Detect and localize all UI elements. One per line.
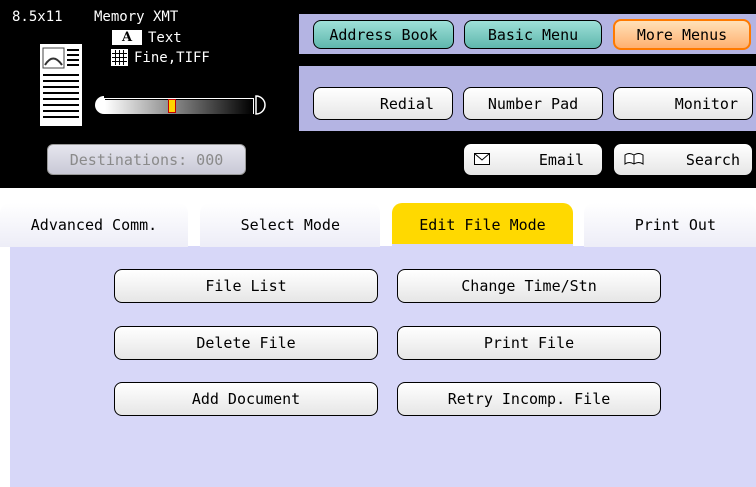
add-document-button[interactable]: Add Document	[114, 382, 378, 416]
envelope-icon	[474, 151, 490, 169]
document-preview-icon	[40, 44, 82, 126]
text-mode-label: Text	[148, 30, 182, 46]
text-mode-icon: A	[111, 29, 143, 46]
contrast-high-icon	[255, 95, 267, 115]
resolution-label: Fine,TIFF	[134, 50, 210, 66]
contrast-marker	[168, 99, 176, 113]
tab-edit-file-mode[interactable]: Edit File Mode	[392, 203, 573, 247]
file-list-button[interactable]: File List	[114, 269, 378, 303]
basic-menu-button[interactable]: Basic Menu	[464, 20, 602, 49]
search-label: Search	[685, 150, 740, 169]
retry-incomp-file-button[interactable]: Retry Incomp. File	[397, 382, 661, 416]
redial-button[interactable]: Redial	[313, 87, 453, 120]
mode-label: Memory XMT	[94, 9, 179, 25]
tab-select-mode[interactable]: Select Mode	[200, 203, 380, 247]
grid-icon	[111, 49, 128, 66]
active-tab-connector	[392, 244, 573, 248]
more-menus-button[interactable]: More Menus	[613, 19, 751, 50]
change-time-stn-button[interactable]: Change Time/Stn	[397, 269, 661, 303]
delete-file-button[interactable]: Delete File	[114, 326, 378, 360]
destinations-button[interactable]: Destinations: 000	[47, 144, 246, 175]
email-label: Email	[538, 150, 584, 169]
book-icon	[624, 151, 644, 169]
search-button[interactable]: Search	[613, 143, 753, 176]
paper-size-label: 8.5x11	[12, 9, 63, 25]
email-button[interactable]: Email	[463, 143, 603, 176]
address-book-button[interactable]: Address Book	[313, 20, 454, 49]
print-file-button[interactable]: Print File	[397, 326, 661, 360]
number-pad-button[interactable]: Number Pad	[463, 87, 603, 120]
tab-advanced-comm[interactable]: Advanced Comm.	[0, 203, 188, 247]
contrast-slider	[104, 94, 254, 114]
tab-print-out[interactable]: Print Out	[584, 203, 756, 247]
monitor-button[interactable]: Monitor	[613, 87, 753, 120]
